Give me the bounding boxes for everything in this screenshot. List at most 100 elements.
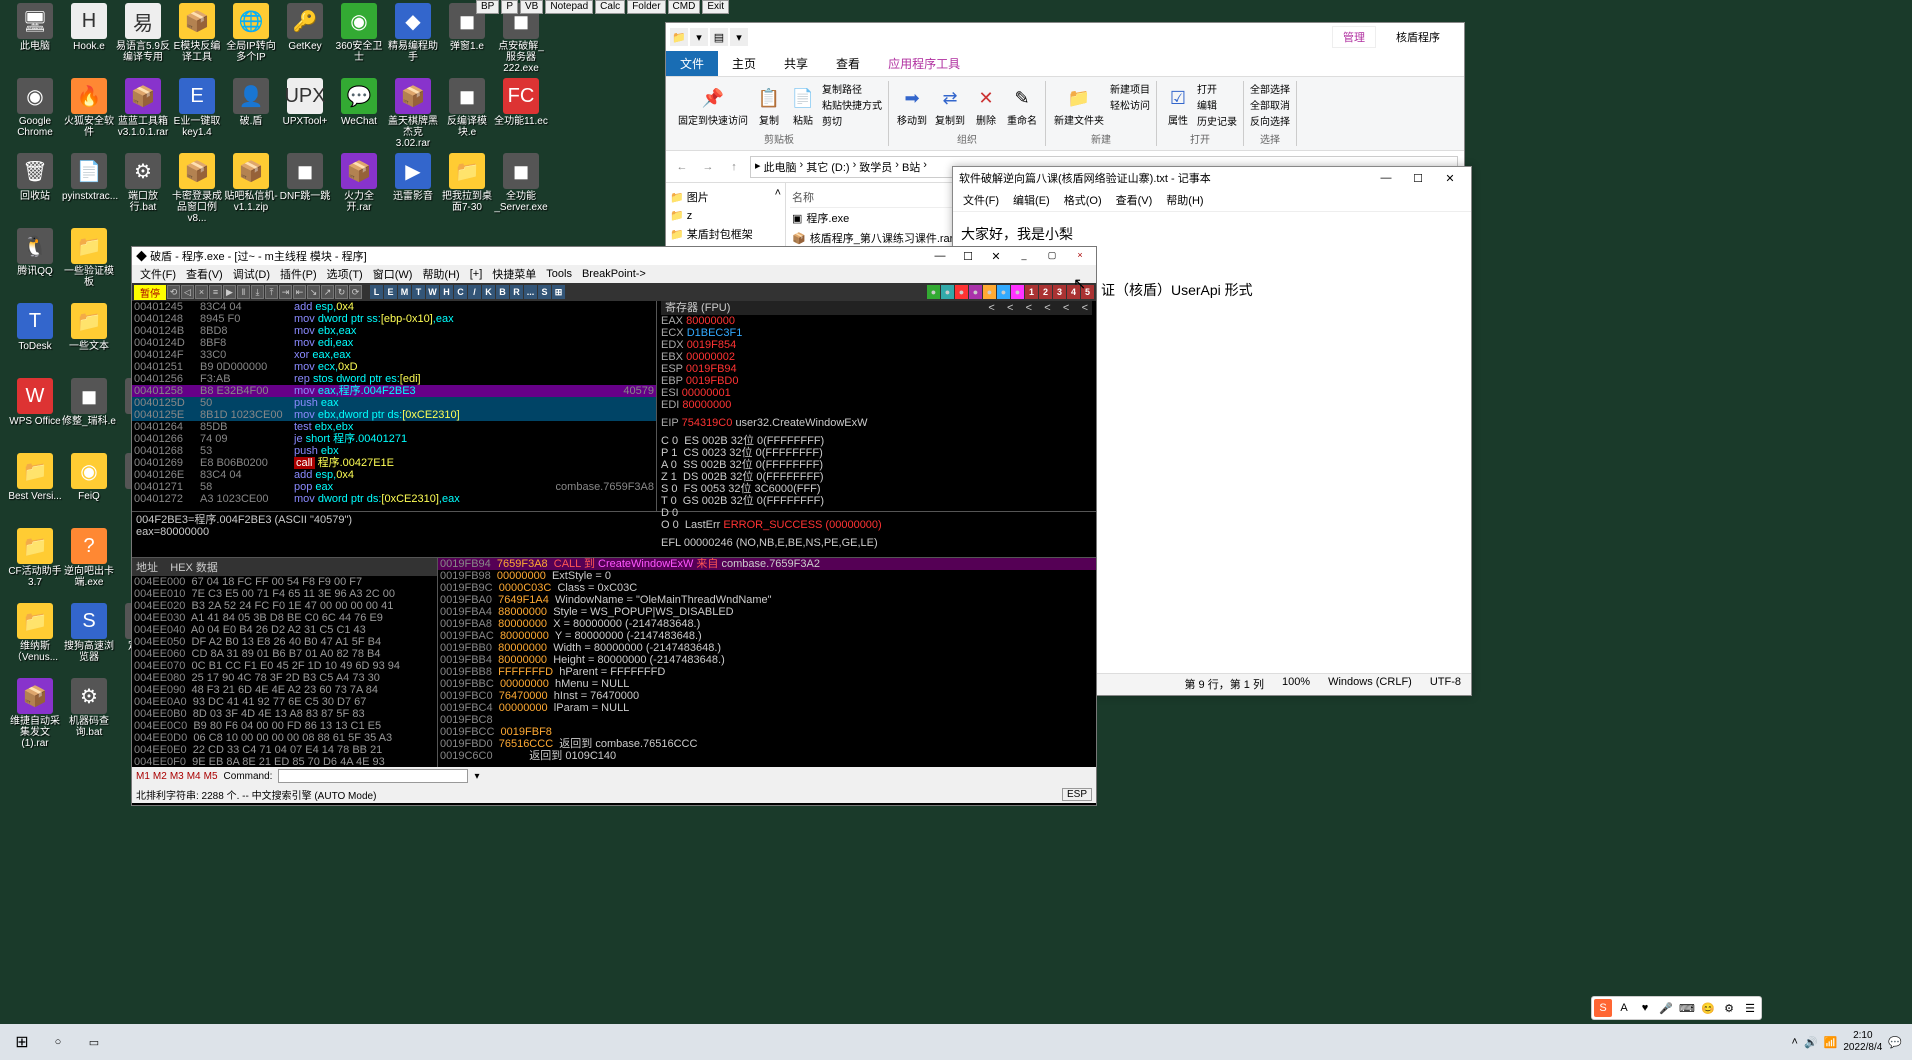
disasm-row[interactable]: 0040125E8B1D 1023CE00 mov ebx,dword ptr … (132, 409, 656, 421)
ime-button[interactable]: ⌨ (1678, 999, 1696, 1017)
tray-chevron-icon[interactable]: ˄ (1792, 1036, 1798, 1048)
desktop-icon[interactable]: 易易语言5.9反编译专用 (116, 3, 170, 63)
toolbar-button[interactable]: ● (969, 285, 982, 299)
minimize-button[interactable]: — (928, 250, 952, 263)
toolbar-button[interactable]: ● (983, 285, 996, 299)
registers-pane[interactable]: 寄存器 (FPU)< < < < < < EAX 80000000ECX D1B… (657, 301, 1096, 511)
toolbar-button[interactable]: C (454, 285, 467, 299)
desktop-icon[interactable]: S搜狗高速浏览器 (62, 603, 116, 663)
desktop-icon[interactable]: ◉FeiQ (62, 453, 116, 502)
desktop-icon[interactable]: 📁把我拉到桌面7-30 (440, 153, 494, 213)
desktop-icon[interactable]: ◉Google Chrome (8, 78, 62, 138)
ime-toolbar[interactable]: SA♥🎤⌨😊⚙☰ (1591, 996, 1762, 1020)
properties[interactable]: ☑属性 (1163, 81, 1193, 131)
desktop-icon[interactable]: ⚙机器码查询.bat (62, 678, 116, 738)
toolbar-button[interactable]: ● (997, 285, 1010, 299)
disasm-row[interactable]: 0040124B8BD8 mov ebx,eax (132, 325, 656, 337)
disasm-row[interactable]: 00401256F3:AB rep stos dword ptr es:[edi… (132, 373, 656, 385)
desktop-icon[interactable]: 📁一些文本 (62, 303, 116, 352)
desktop-icon[interactable]: 📁Best Versi... (8, 453, 62, 502)
toolbar-button[interactable]: L (370, 285, 383, 299)
clock[interactable]: 2:10 2022/8/4 (1843, 1030, 1882, 1054)
desktop-icon[interactable]: 🔥火狐安全软件 (62, 78, 116, 138)
move-to[interactable]: ➡移动到 (895, 81, 929, 131)
delete[interactable]: ✕删除 (971, 81, 1001, 131)
scroll-up[interactable]: ˄ (775, 187, 781, 199)
qat-btn[interactable]: ▤ (710, 28, 728, 46)
menu-item[interactable]: 快捷菜单 (488, 266, 540, 282)
explorer-titlebar[interactable]: 📁 ▾ ▤ ▾ 管理 核盾程序 (666, 23, 1464, 51)
disasm-row[interactable]: 00401269E8 B06B0200 call 程序.00427E1E (132, 457, 656, 469)
minimize-button[interactable]: — (1371, 172, 1401, 185)
crumb[interactable]: 此电脑 (764, 159, 797, 175)
disasm-pane[interactable]: 0040124583C4 04 add esp,0x4004012488945 … (132, 301, 657, 511)
ime-button[interactable]: ♥ (1636, 999, 1654, 1017)
up-button[interactable]: ↑ (724, 161, 744, 173)
taskview-button[interactable]: ▭ (76, 1027, 112, 1057)
mini-btn[interactable]: P (501, 0, 518, 14)
desktop-icon[interactable]: 📁CF活动助手3.7 (8, 528, 62, 588)
toolbar-button[interactable]: ≡ (209, 285, 222, 299)
copy-button[interactable]: 📋复制 (754, 81, 784, 131)
notification-button[interactable]: 💬 (1888, 1036, 1902, 1049)
toolbar-button[interactable]: E (384, 285, 397, 299)
toolbar-button[interactable]: ▶ (223, 285, 236, 299)
desktop-icon[interactable]: WWPS Office (8, 378, 62, 427)
desktop-icon[interactable]: 🗑回收站 (8, 153, 62, 202)
desktop-icon[interactable]: 💬WeChat (332, 78, 386, 127)
menu-item[interactable]: 帮助(H) (1160, 191, 1209, 209)
toolbar-button[interactable]: × (195, 285, 208, 299)
ime-button[interactable]: A (1615, 999, 1633, 1017)
disasm-row[interactable]: 004012488945 F0 mov dword ptr ss:[ebp-0x… (132, 313, 656, 325)
desktop-icon[interactable]: 📦盖天棋牌黑杰克3.02.rar (386, 78, 440, 149)
desktop-icon[interactable]: 📦卡密登录成品窗口例v8... (170, 153, 224, 224)
mark-button[interactable]: M4 (187, 771, 201, 782)
fwd-button[interactable]: → (698, 161, 718, 173)
mdi-close[interactable]: × (1068, 250, 1092, 263)
mini-btn[interactable]: CMD (668, 0, 701, 14)
maximize-button[interactable]: ☐ (956, 250, 980, 263)
toolbar-button[interactable]: 2 (1039, 285, 1052, 299)
desktop-icon[interactable]: ⚙端口放行.bat (116, 153, 170, 213)
toolbar-button[interactable]: ● (927, 285, 940, 299)
desktop-icon[interactable]: 📄pyinstxtrac... (62, 153, 116, 202)
nav-item[interactable]: 📁z (670, 207, 781, 224)
disasm-row[interactable]: 00401272A3 1023CE00 mov dword ptr ds:[0x… (132, 493, 656, 505)
menu-item[interactable]: 编辑(E) (1007, 191, 1056, 209)
mdi-max[interactable]: ▢ (1040, 250, 1064, 263)
desktop-icon[interactable]: ▶迅雷影音 (386, 153, 440, 202)
toolbar-button[interactable]: ⇥ (279, 285, 292, 299)
disasm-row[interactable]: 0040127158 pop eaxcombase.7659F3A8 (132, 481, 656, 493)
mark-button[interactable]: M2 (153, 771, 167, 782)
toolbar-button[interactable]: ⊞ (552, 285, 565, 299)
ime-button[interactable]: 😊 (1699, 999, 1717, 1017)
ribbon-tab[interactable]: 文件 (666, 51, 718, 76)
nav-item[interactable]: 📁某盾封包框架 (670, 224, 781, 244)
ribbon-tab[interactable]: 共享 (770, 51, 822, 76)
menu-item[interactable]: 查看(V) (182, 266, 227, 282)
menu-item[interactable]: 帮助(H) (418, 266, 463, 282)
toolbar-button[interactable]: ⤒ (265, 285, 278, 299)
desktop-icon[interactable]: 🖥此电脑 (8, 3, 62, 52)
ribbon-tab[interactable]: 主页 (718, 51, 770, 76)
copy-path[interactable]: 复制路径 (822, 81, 882, 96)
manage-tab[interactable]: 管理 (1332, 26, 1376, 48)
new-folder[interactable]: 📁新建文件夹 (1052, 81, 1106, 131)
qat-btn[interactable]: ▾ (730, 28, 748, 46)
menu-item[interactable]: [+] (466, 268, 487, 280)
toolbar-button[interactable]: / (468, 285, 481, 299)
mini-btn[interactable]: VB (520, 0, 543, 14)
crumb[interactable]: 其它 (D:) (806, 159, 849, 175)
mini-btn[interactable]: Folder (627, 0, 665, 14)
disasm-row[interactable]: 0040126E83C4 04 add esp,0x4 (132, 469, 656, 481)
desktop-icon[interactable]: ◼反编译模块.e (440, 78, 494, 138)
tray-icon[interactable]: 📶 (1824, 1036, 1838, 1049)
disasm-row[interactable]: 0040124583C4 04 add esp,0x4 (132, 301, 656, 313)
system-tray[interactable]: ˄ 🔊 📶 2:10 2022/8/4 💬 (1786, 1030, 1908, 1054)
desktop-icon[interactable]: ◉360安全卫士 (332, 3, 386, 63)
toolbar-button[interactable]: ⟲ (167, 285, 180, 299)
select-all[interactable]: 全部选择 (1250, 81, 1290, 96)
search-button[interactable]: ○ (40, 1027, 76, 1057)
ribbon-tab[interactable]: 查看 (822, 51, 874, 76)
mini-btn[interactable]: Notepad (545, 0, 593, 14)
